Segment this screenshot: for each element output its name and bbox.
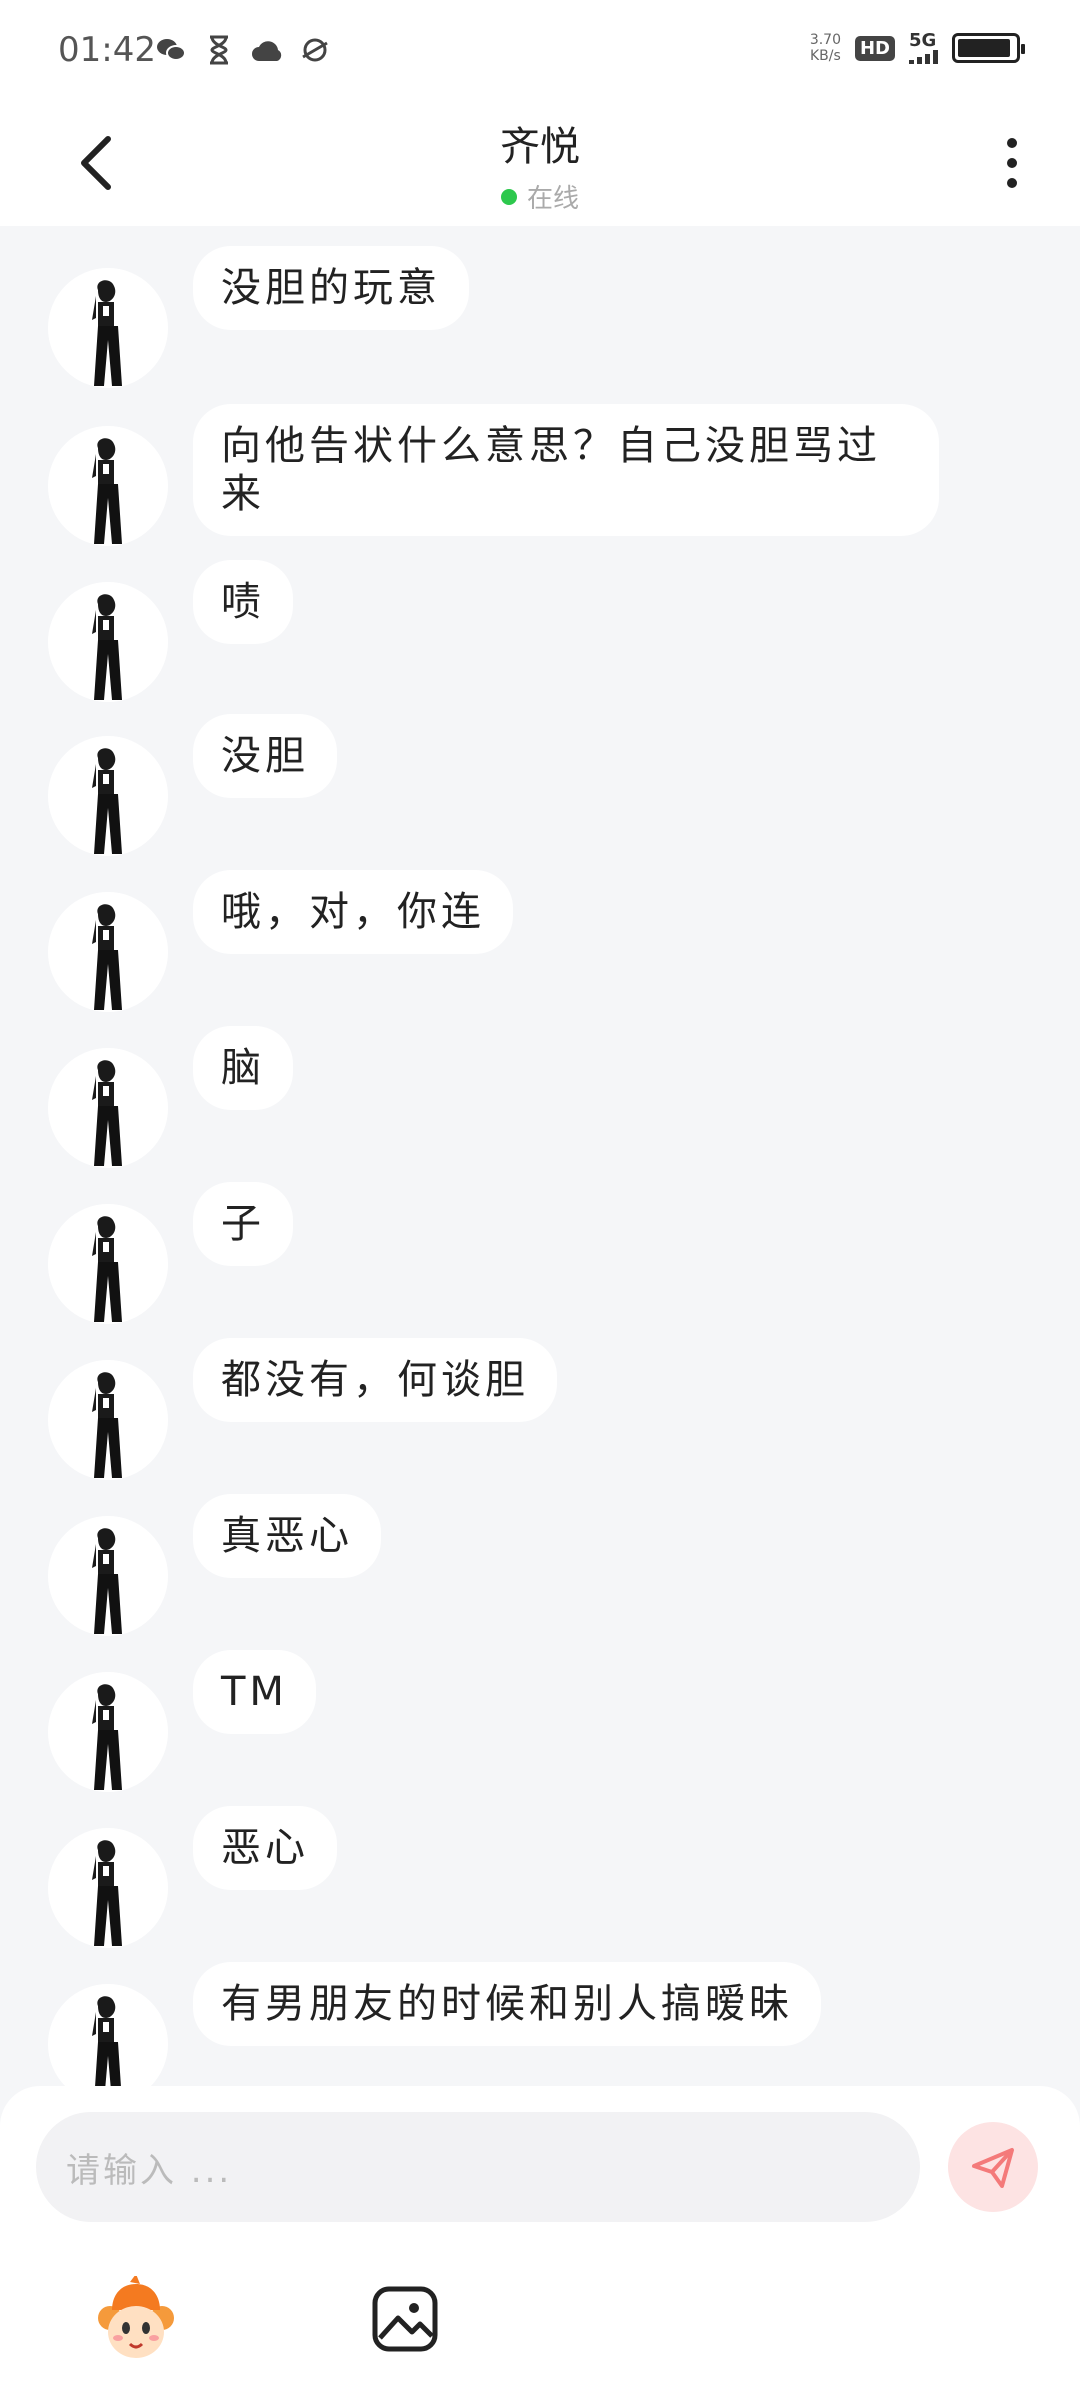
send-button[interactable] xyxy=(948,2122,1038,2212)
status-time: 01:42 xyxy=(58,30,156,70)
message-bubble[interactable]: 向他告状什么意思？自己没胆骂过来 xyxy=(193,404,939,536)
message-bubble[interactable]: 都没有，何谈胆 xyxy=(193,1338,557,1422)
figure-avatar-icon xyxy=(48,1360,168,1480)
planet-icon xyxy=(299,34,331,66)
contact-avatar[interactable] xyxy=(48,736,168,856)
contact-name: 齐悦 xyxy=(500,124,580,170)
figure-avatar-icon xyxy=(48,426,168,546)
message-input[interactable]: 请输入 ... xyxy=(36,2112,920,2222)
signal-indicator: 5G xyxy=(909,32,938,64)
network-speed-unit: KB/s xyxy=(810,48,841,64)
figure-avatar-icon xyxy=(48,892,168,1012)
contact-avatar[interactable] xyxy=(48,892,168,1012)
contact-avatar[interactable] xyxy=(48,1204,168,1324)
message-bubble[interactable]: 恶心 xyxy=(193,1806,337,1890)
message-bubble[interactable]: 没胆 xyxy=(193,714,337,798)
send-icon xyxy=(972,2148,1014,2188)
battery-icon xyxy=(952,33,1025,63)
image-icon xyxy=(372,2286,438,2352)
figure-avatar-icon xyxy=(48,1672,168,1792)
contact-avatar[interactable] xyxy=(48,1828,168,1948)
figure-avatar-icon xyxy=(48,1516,168,1636)
system-indicators: 3.70 KB/s HD 5G xyxy=(810,32,1025,64)
message-bubble[interactable]: 没胆的玩意 xyxy=(193,246,469,330)
dot xyxy=(1007,158,1017,168)
chat-header: 齐悦 在线 xyxy=(0,100,1080,226)
status-bar: 01:42 3.70 KB/s HD 5G xyxy=(0,0,1080,100)
hourglass-icon xyxy=(203,34,235,66)
online-status: 在线 xyxy=(500,178,579,215)
contact-avatar[interactable] xyxy=(48,1984,168,2086)
dot xyxy=(1007,138,1017,148)
composer: 请输入 ... xyxy=(0,2086,1080,2400)
online-status-label: 在线 xyxy=(526,184,579,214)
network-speed-value: 3.70 xyxy=(809,32,841,48)
figure-avatar-icon xyxy=(48,736,168,856)
contact-avatar[interactable] xyxy=(48,582,168,702)
monkey-sticker-icon xyxy=(98,2274,174,2358)
message-bubble[interactable]: 子 xyxy=(193,1182,293,1266)
cloud-icon xyxy=(251,34,283,66)
figure-avatar-icon xyxy=(48,1828,168,1948)
more-options-button[interactable] xyxy=(992,128,1032,198)
figure-avatar-icon xyxy=(48,1048,168,1168)
sticker-button[interactable] xyxy=(90,2274,182,2368)
contact-avatar[interactable] xyxy=(48,1672,168,1792)
image-button[interactable] xyxy=(370,2284,440,2354)
network-speed: 3.70 KB/s xyxy=(810,32,841,64)
contact-avatar[interactable] xyxy=(48,1048,168,1168)
hd-badge: HD xyxy=(854,35,895,61)
battery-level xyxy=(958,39,1010,57)
wechat-icon xyxy=(155,34,187,66)
message-bubble[interactable]: 哦，对，你连 xyxy=(193,870,513,954)
figure-avatar-icon xyxy=(48,1984,168,2086)
contact-avatar[interactable] xyxy=(48,426,168,546)
online-dot-icon xyxy=(500,188,517,205)
network-type: 5G xyxy=(909,30,937,51)
dot xyxy=(1007,178,1017,188)
message-bubble[interactable]: 脑 xyxy=(193,1026,293,1110)
message-bubble[interactable]: 有男朋友的时候和别人搞暧昧 xyxy=(193,1962,821,2046)
notification-icons xyxy=(155,34,331,66)
contact-avatar[interactable] xyxy=(48,268,168,388)
message-bubble[interactable]: 真恶心 xyxy=(193,1494,381,1578)
signal-bars-icon xyxy=(909,50,938,64)
message-bubble[interactable]: 啧 xyxy=(193,560,293,644)
contact-avatar[interactable] xyxy=(48,1516,168,1636)
message-list[interactable]: 没胆的玩意向他告状什么意思？自己没胆骂过来啧没胆哦，对，你连脑子都没有，何谈胆真… xyxy=(0,226,1080,2086)
figure-avatar-icon xyxy=(48,582,168,702)
chat-title-block: 齐悦 在线 xyxy=(0,114,1080,215)
figure-avatar-icon xyxy=(48,1204,168,1324)
figure-avatar-icon xyxy=(48,268,168,388)
message-bubble[interactable]: TM xyxy=(193,1650,316,1734)
contact-avatar[interactable] xyxy=(48,1360,168,1480)
message-input-placeholder: 请输入 ... xyxy=(66,2150,233,2191)
